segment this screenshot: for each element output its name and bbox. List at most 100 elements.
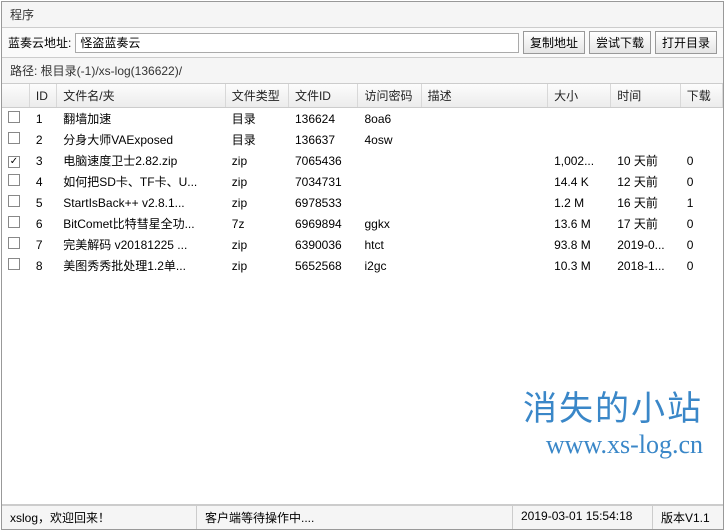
table-row[interactable]: 2分身大师VAExposed目录1366374osw	[2, 129, 723, 150]
cell-name: StartIsBack++ v2.8.1...	[57, 192, 226, 213]
table-row[interactable]: 5StartIsBack++ v2.8.1...zip69785331.2 M1…	[2, 192, 723, 213]
row-checkbox[interactable]	[8, 216, 20, 228]
app-window: 程序 蓝奏云地址: 复制地址 尝试下载 打开目录 路径: 根目录(-1)/xs-…	[1, 1, 724, 530]
try-download-button[interactable]: 尝试下载	[589, 31, 651, 54]
cell-dl: 0	[680, 150, 722, 171]
cell-pwd	[358, 150, 421, 171]
cell-type: 目录	[225, 108, 288, 130]
cell-type: zip	[225, 234, 288, 255]
cell-id: 8	[29, 255, 56, 276]
col-desc[interactable]: 描述	[421, 84, 547, 108]
watermark-title: 消失的小站	[523, 381, 703, 430]
cell-time: 12 天前	[611, 171, 681, 192]
col-fid[interactable]: 文件ID	[288, 84, 358, 108]
cell-size: 13.6 M	[548, 213, 611, 234]
cell-pwd: htct	[358, 234, 421, 255]
cell-dl: 1	[680, 192, 722, 213]
cell-type: 目录	[225, 129, 288, 150]
col-checkbox[interactable]	[2, 84, 29, 108]
address-label: 蓝奏云地址:	[8, 34, 71, 51]
watermark: 消失的小站 www.xs-log.cn	[523, 381, 703, 460]
row-checkbox[interactable]	[8, 258, 20, 270]
cell-type: zip	[225, 255, 288, 276]
cell-size: 14.4 K	[548, 171, 611, 192]
cell-size: 93.8 M	[548, 234, 611, 255]
cell-fid: 7034731	[288, 171, 358, 192]
col-id[interactable]: ID	[29, 84, 56, 108]
cell-name: 电脑速度卫士2.82.zip	[57, 150, 226, 171]
table-row[interactable]: 4如何把SD卡、TF卡、U...zip703473114.4 K12 天前0	[2, 171, 723, 192]
cell-fid: 6978533	[288, 192, 358, 213]
cell-pwd: 4osw	[358, 129, 421, 150]
cell-dl: 0	[680, 255, 722, 276]
copy-address-button[interactable]: 复制地址	[523, 31, 585, 54]
cell-pwd	[358, 171, 421, 192]
col-type[interactable]: 文件类型	[225, 84, 288, 108]
cell-id: 1	[29, 108, 56, 130]
cell-id: 5	[29, 192, 56, 213]
file-grid: ID 文件名/夹 文件类型 文件ID 访问密码 描述 大小 时间 下载 1翻墙加…	[2, 83, 723, 505]
cell-id: 4	[29, 171, 56, 192]
cell-desc	[421, 234, 547, 255]
window-title: 程序	[2, 2, 723, 27]
table-row[interactable]: ✓3电脑速度卫士2.82.zipzip70654361,002...10 天前0	[2, 150, 723, 171]
cell-size	[548, 108, 611, 130]
row-checkbox[interactable]	[8, 174, 20, 186]
row-checkbox[interactable]	[8, 111, 20, 123]
cell-fid: 6969894	[288, 213, 358, 234]
cell-fid: 7065436	[288, 150, 358, 171]
cell-name: 分身大师VAExposed	[57, 129, 226, 150]
row-checkbox[interactable]	[8, 237, 20, 249]
cell-time	[611, 129, 681, 150]
cell-pwd: ggkx	[358, 213, 421, 234]
address-bar: 蓝奏云地址: 复制地址 尝试下载 打开目录	[2, 27, 723, 58]
status-message: 客户端等待操作中....	[197, 506, 513, 529]
cell-size: 1,002...	[548, 150, 611, 171]
cell-time: 10 天前	[611, 150, 681, 171]
cell-pwd	[358, 192, 421, 213]
open-folder-button[interactable]: 打开目录	[655, 31, 717, 54]
col-name[interactable]: 文件名/夹	[57, 84, 226, 108]
path-label: 路径:	[10, 64, 41, 78]
cell-name: 翻墙加速	[57, 108, 226, 130]
cell-name: 完美解码 v20181225 ...	[57, 234, 226, 255]
col-pwd[interactable]: 访问密码	[358, 84, 421, 108]
row-checkbox[interactable]	[8, 132, 20, 144]
cell-time: 16 天前	[611, 192, 681, 213]
header-row: ID 文件名/夹 文件类型 文件ID 访问密码 描述 大小 时间 下载	[2, 84, 723, 108]
cell-id: 3	[29, 150, 56, 171]
path-value: 根目录(-1)/xs-log(136622)/	[41, 64, 182, 78]
cell-fid: 6390036	[288, 234, 358, 255]
cell-id: 2	[29, 129, 56, 150]
cell-dl	[680, 108, 722, 130]
path-row: 路径: 根目录(-1)/xs-log(136622)/	[2, 58, 723, 83]
row-checkbox[interactable]	[8, 195, 20, 207]
cell-desc	[421, 213, 547, 234]
table-row[interactable]: 7完美解码 v20181225 ...zip6390036htct93.8 M2…	[2, 234, 723, 255]
col-dl[interactable]: 下载	[680, 84, 722, 108]
cell-id: 7	[29, 234, 56, 255]
cell-pwd: 8oa6	[358, 108, 421, 130]
cell-desc	[421, 108, 547, 130]
cell-fid: 136624	[288, 108, 358, 130]
cell-type: zip	[225, 192, 288, 213]
table-row[interactable]: 6BitComet比特彗星全功...7z6969894ggkx13.6 M17 …	[2, 213, 723, 234]
cell-desc	[421, 192, 547, 213]
cell-size: 10.3 M	[548, 255, 611, 276]
table-row[interactable]: 8美图秀秀批处理1.2单...zip5652568i2gc10.3 M2018-…	[2, 255, 723, 276]
cell-dl: 0	[680, 171, 722, 192]
row-checkbox[interactable]: ✓	[8, 156, 20, 168]
cell-size: 1.2 M	[548, 192, 611, 213]
cell-desc	[421, 129, 547, 150]
address-input[interactable]	[75, 33, 519, 53]
status-version: 版本V1.1	[653, 506, 723, 529]
col-time[interactable]: 时间	[611, 84, 681, 108]
cell-fid: 136637	[288, 129, 358, 150]
col-size[interactable]: 大小	[548, 84, 611, 108]
cell-pwd: i2gc	[358, 255, 421, 276]
cell-time: 2018-1...	[611, 255, 681, 276]
cell-name: BitComet比特彗星全功...	[57, 213, 226, 234]
cell-type: zip	[225, 171, 288, 192]
cell-time	[611, 108, 681, 130]
table-row[interactable]: 1翻墙加速目录1366248oa6	[2, 108, 723, 130]
